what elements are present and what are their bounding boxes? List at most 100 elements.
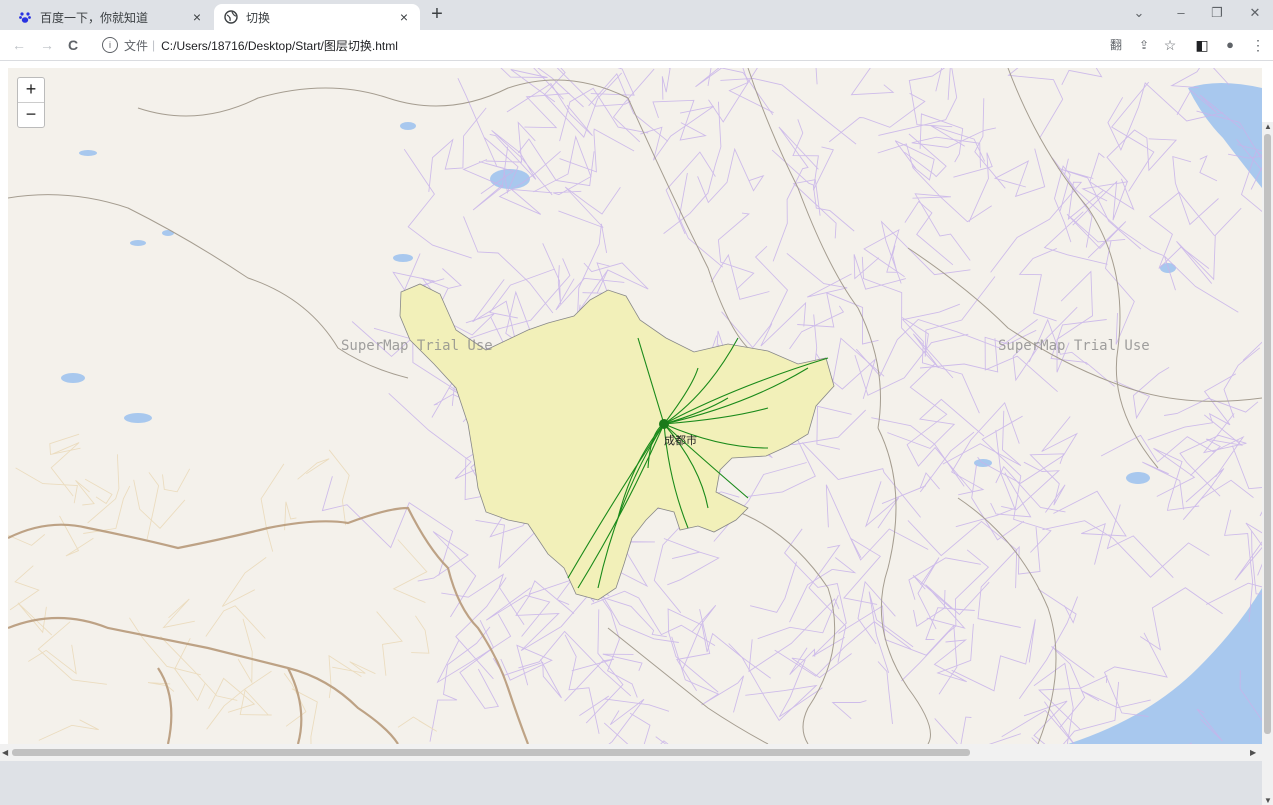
road-line (1018, 247, 1057, 322)
road-line (559, 128, 635, 173)
road-line (1053, 490, 1127, 565)
translate-icon[interactable]: 翻 (1108, 37, 1124, 53)
zoom-in-button[interactable]: + (18, 78, 44, 103)
lake (393, 254, 413, 262)
road-line (297, 458, 330, 480)
restore-button[interactable]: ❐ (1202, 4, 1232, 24)
road-line (749, 561, 798, 613)
tab-title: 切换 (246, 10, 271, 25)
tab-strip: 百度一下，你就知道 × 切换 × + ⌄ – ❐ ✕ (0, 0, 1273, 30)
lake (400, 122, 416, 130)
window-close-button[interactable]: ✕ (1240, 4, 1270, 24)
east-china-sea (1068, 588, 1262, 744)
map-canvas[interactable] (8, 68, 1262, 744)
road-line (779, 653, 852, 718)
road-line (321, 476, 454, 576)
info-icon[interactable]: i (102, 37, 118, 53)
road-line (429, 626, 491, 742)
road-line (208, 677, 256, 713)
tab-baidu[interactable]: 百度一下，你就知道 × (8, 4, 213, 30)
road-line (411, 615, 430, 654)
road-line (1066, 213, 1127, 259)
road-line (392, 539, 428, 604)
vertical-scrollbar[interactable]: ▲ ▼ (1262, 122, 1273, 805)
road-line (955, 429, 1016, 528)
menu-icon[interactable]: ⋮ (1250, 37, 1266, 53)
close-icon[interactable]: × (396, 9, 412, 25)
road-line (1037, 588, 1077, 624)
road-line (748, 598, 840, 673)
road-line (808, 544, 847, 663)
lake (79, 150, 97, 156)
road-line (1061, 68, 1103, 86)
road-line (1038, 675, 1108, 730)
close-icon[interactable]: × (189, 9, 205, 25)
road-line (463, 216, 554, 314)
road-line (1106, 129, 1178, 183)
address-bar[interactable]: i 文件 | C:/Users/18716/Desktop/Start/图层切换… (94, 33, 1094, 57)
watermark-text: SuperMap Trial Use (998, 338, 1150, 354)
reload-button[interactable]: C (64, 36, 82, 54)
road-line (558, 186, 621, 228)
tab-switch[interactable]: 切换 × (214, 4, 420, 30)
baidu-paw-icon (18, 10, 32, 24)
road-line (8, 534, 46, 546)
road-line (83, 485, 131, 534)
road-line (907, 520, 1018, 589)
road-line (459, 620, 499, 709)
horizontal-scroll-thumb[interactable] (12, 749, 970, 756)
road-line (796, 68, 818, 85)
road-line (75, 480, 95, 506)
tab-title: 百度一下，你就知道 (40, 10, 149, 25)
road-line (205, 605, 266, 639)
road-line (640, 105, 714, 161)
road-line (988, 733, 1021, 744)
road-line (9, 565, 40, 611)
road-line (1231, 445, 1262, 517)
city-label: 成都市 (664, 435, 697, 447)
share-icon[interactable]: ⇪ (1136, 37, 1152, 53)
road-line (880, 220, 971, 284)
road-line (328, 654, 362, 699)
road-line (942, 410, 1022, 466)
road-line (1153, 447, 1200, 511)
road-line (603, 712, 651, 744)
road-line (786, 252, 852, 298)
back-button[interactable]: ← (10, 36, 28, 54)
lake (61, 373, 85, 383)
scroll-down-icon[interactable]: ▼ (1264, 796, 1272, 805)
road-line (697, 147, 765, 204)
scroll-left-icon[interactable]: ◀ (2, 748, 8, 757)
road-line (816, 405, 852, 450)
side-panel-icon[interactable]: ◧ (1194, 37, 1210, 53)
road-line (543, 68, 623, 138)
zoom-out-button[interactable]: − (18, 103, 44, 127)
url-text[interactable]: C:/Users/18716/Desktop/Start/图层切换.html (161, 37, 398, 54)
road-line (850, 68, 895, 96)
road-line (772, 126, 819, 262)
road-line (863, 228, 905, 278)
road-line (663, 538, 720, 586)
forward-button[interactable]: → (38, 36, 56, 54)
map-container[interactable]: + − SuperMap Trial Use SuperMap Trial Us… (8, 68, 1262, 744)
profile-avatar-icon[interactable]: ● (1222, 37, 1238, 53)
scroll-right-icon[interactable]: ▶ (1250, 748, 1256, 757)
road-line (831, 700, 867, 720)
bookmark-star-icon[interactable]: ☆ (1162, 37, 1178, 53)
road-line (133, 479, 186, 529)
minimize-button[interactable]: – (1166, 4, 1196, 24)
horizontal-scrollbar[interactable]: ◀ ▶ (0, 744, 1262, 761)
vertical-scroll-thumb[interactable] (1264, 134, 1271, 734)
road-line (162, 598, 195, 629)
road-line (655, 736, 669, 744)
road-line (801, 442, 921, 518)
road-line (1001, 461, 1061, 511)
road-line (1043, 211, 1108, 265)
road-line (1205, 530, 1262, 605)
new-tab-button[interactable]: + (426, 4, 448, 26)
scroll-up-icon[interactable]: ▲ (1264, 122, 1272, 131)
road-line (789, 557, 857, 623)
road-line (757, 595, 839, 640)
tab-search-icon[interactable]: ⌄ (1124, 4, 1154, 24)
road-line (977, 526, 1041, 628)
